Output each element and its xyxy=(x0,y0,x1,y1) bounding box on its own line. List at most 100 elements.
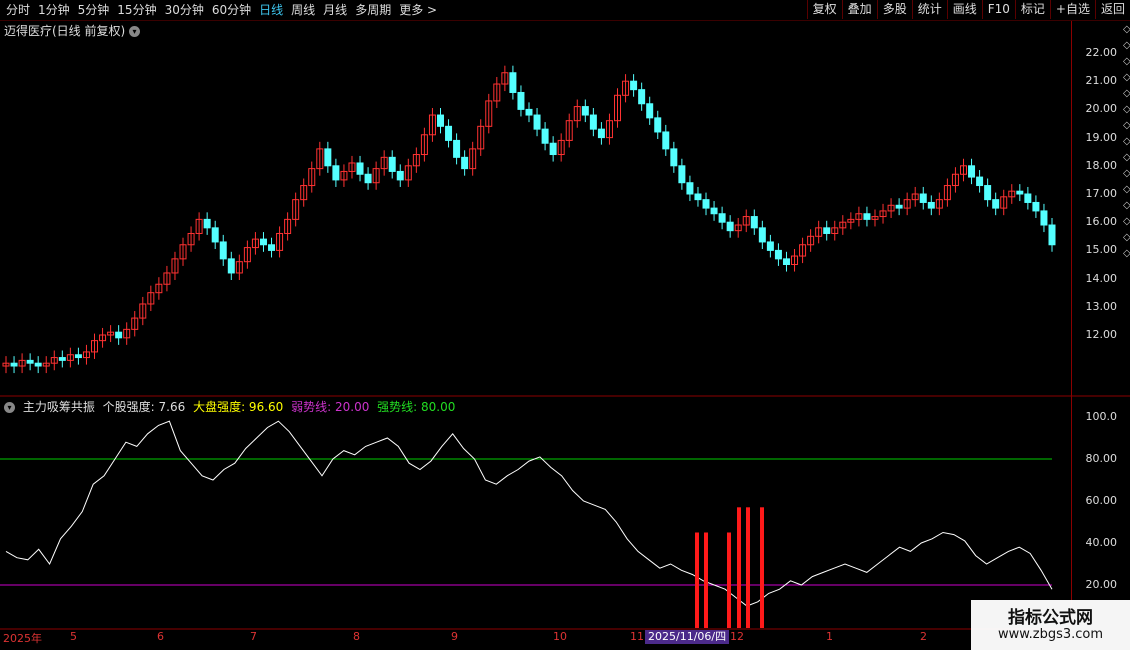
market-strength: 大盘强度: 96.60 xyxy=(193,400,284,414)
candle-body xyxy=(203,218,211,229)
stock-strength: 个股强度: 7.66 xyxy=(102,400,186,414)
price-tick: 20.00 xyxy=(1085,102,1118,116)
candle-body xyxy=(662,131,670,150)
x-axis-label: 8 xyxy=(353,630,360,643)
price-tick: 21.00 xyxy=(1085,74,1118,88)
x-axis-label: 9 xyxy=(451,630,458,643)
side-panel-edge: ◇ ◇ ◇ ◇ ◇ ◇ ◇ ◇ ◇ ◇ ◇ ◇ ◇ ◇ ◇ xyxy=(1123,24,1130,259)
x-axis-label: 12 xyxy=(730,630,744,643)
candle-body xyxy=(670,148,678,167)
candle-body xyxy=(74,354,82,359)
candle-body xyxy=(356,162,364,175)
candle-body xyxy=(549,142,557,156)
candle-body xyxy=(1032,201,1040,212)
candle-body xyxy=(10,362,18,367)
price-tick: 22.00 xyxy=(1085,46,1118,59)
candle-body xyxy=(710,207,718,215)
x-axis-label: 5 xyxy=(70,630,77,643)
indicator-name: 主力吸筹共振 xyxy=(22,400,95,414)
candle-body xyxy=(517,91,525,110)
watermark-url: www.zbgs3.com xyxy=(997,627,1104,642)
candle-body xyxy=(541,128,549,144)
watermark: 指标公式网 www.zbgs3.com xyxy=(971,600,1130,650)
price-tick: 18.00 xyxy=(1085,158,1118,172)
candle-body xyxy=(726,221,734,232)
candle-body xyxy=(686,182,694,195)
candle-body xyxy=(445,125,453,141)
watermark-title: 指标公式网 xyxy=(1008,608,1093,628)
candle-body xyxy=(34,362,42,367)
signal-bar xyxy=(727,532,731,628)
candle-body xyxy=(750,216,758,229)
candle-body xyxy=(823,227,831,234)
candle-body xyxy=(976,176,984,187)
indicator-tick: 100.0 xyxy=(1085,410,1118,423)
price-tick: 15.00 xyxy=(1085,243,1118,257)
price-tick: 17.00 xyxy=(1085,187,1118,200)
candle-body xyxy=(227,258,235,274)
candle-body xyxy=(1048,224,1056,246)
candle-body xyxy=(211,227,219,243)
candle-body xyxy=(388,156,396,172)
x-axis-label: 10 xyxy=(553,630,567,643)
signal-bar xyxy=(760,507,764,628)
candle-body xyxy=(533,114,541,130)
candle-body xyxy=(630,80,638,91)
candle-body xyxy=(589,114,597,130)
candle-body xyxy=(702,199,710,209)
candle-body xyxy=(219,241,227,260)
price-tick: 19.00 xyxy=(1085,130,1118,144)
candle-body xyxy=(782,258,790,265)
candle-body xyxy=(694,193,702,201)
candle-body xyxy=(1040,210,1048,226)
candle-body xyxy=(984,185,992,201)
candle-body xyxy=(396,170,404,181)
signal-bar xyxy=(746,507,750,628)
chevron-down-icon[interactable]: ▾ xyxy=(4,402,15,413)
chevron-down-icon[interactable]: ▾ xyxy=(129,26,141,37)
strong-line-label: 强势线: 80.00 xyxy=(377,400,456,414)
cursor-date: 2025/11/06/四 xyxy=(645,630,730,644)
indicator-tick: 40.00 xyxy=(1085,536,1118,549)
candle-body xyxy=(259,238,267,246)
chart-canvas[interactable] xyxy=(0,0,1130,650)
indicator-tick: 20.00 xyxy=(1085,578,1118,591)
x-axis-label: 1 xyxy=(826,630,833,643)
x-axis-label: 11 xyxy=(630,630,644,643)
candle-body xyxy=(638,89,646,105)
signal-bar xyxy=(737,507,741,628)
candle-body xyxy=(58,357,66,361)
candle-body xyxy=(324,148,332,167)
x-axis-label: 7 xyxy=(250,630,257,643)
candle-body xyxy=(863,213,871,220)
candle-body xyxy=(268,244,276,251)
candle-body xyxy=(509,72,517,93)
candle-body xyxy=(968,165,976,178)
signal-bar xyxy=(704,532,708,628)
candle-body xyxy=(26,359,34,364)
candle-body xyxy=(654,117,662,133)
candle-body xyxy=(678,165,686,184)
candle-body xyxy=(927,201,935,209)
candle-body xyxy=(364,173,372,184)
candle-body xyxy=(646,103,654,119)
indicator-curve xyxy=(5,420,1053,607)
x-axis-label: 2025年 xyxy=(3,632,42,645)
price-tick: 12.00 xyxy=(1085,328,1118,341)
price-tick: 13.00 xyxy=(1085,299,1118,313)
stock-title: 迈得医疗(日线 前复权) xyxy=(4,24,126,38)
candle-body xyxy=(992,199,1000,209)
candle-body xyxy=(919,193,927,203)
indicator-tick: 80.00 xyxy=(1085,452,1118,465)
candle-body xyxy=(1016,190,1024,195)
candle-body xyxy=(461,156,469,170)
candle-body xyxy=(115,331,123,339)
candle-body xyxy=(581,106,589,116)
candle-body xyxy=(774,249,782,260)
candle-body xyxy=(332,165,340,181)
candle-body xyxy=(436,114,444,127)
x-axis-label: 6 xyxy=(157,630,164,643)
candle-body xyxy=(1024,193,1032,203)
indicator-tick: 60.00 xyxy=(1085,494,1118,507)
candle-body xyxy=(525,108,533,116)
